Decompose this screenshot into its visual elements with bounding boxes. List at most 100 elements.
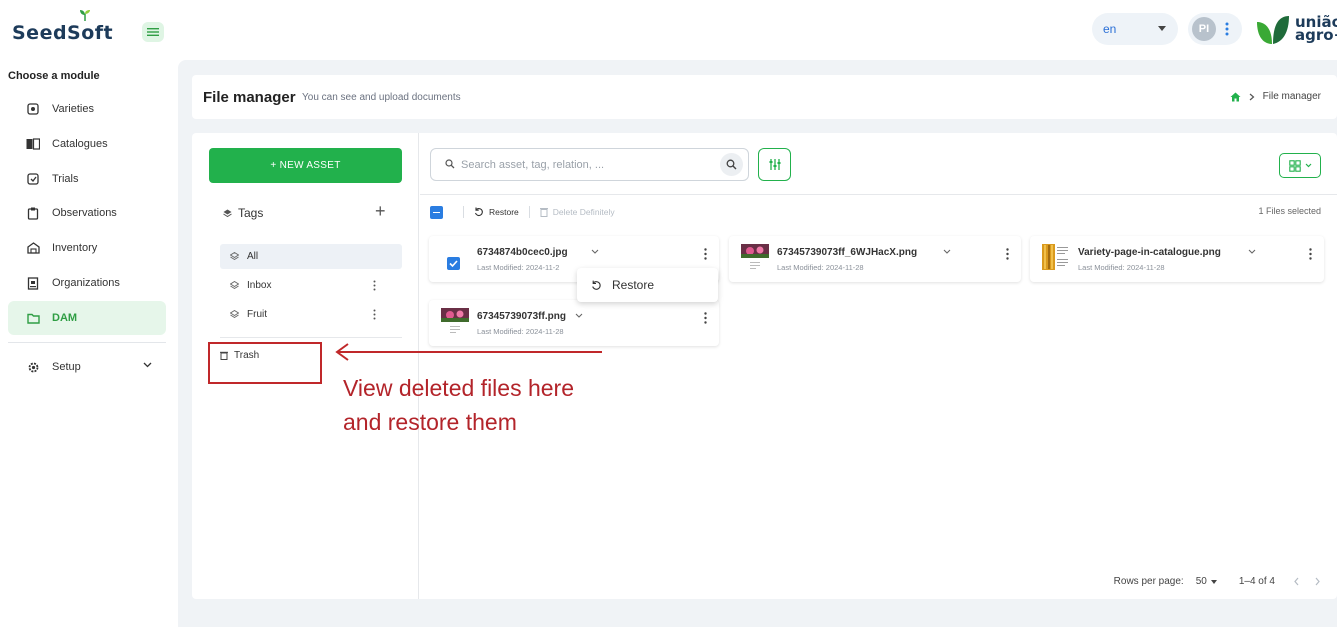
folder-icon bbox=[26, 311, 40, 325]
tag-item-all[interactable]: All bbox=[220, 244, 402, 269]
image-thumbnail bbox=[441, 308, 469, 333]
more-vertical-icon[interactable] bbox=[1309, 248, 1312, 260]
page-range: 1–4 of 4 bbox=[1238, 576, 1275, 587]
page-subtitle: You can see and upload documents bbox=[302, 92, 461, 103]
search-field[interactable]: Search asset, tag, relation, ... bbox=[430, 148, 749, 181]
top-bar: SeedSoft en PI união agro+ bbox=[0, 0, 1337, 60]
book-icon bbox=[26, 137, 40, 151]
file-name: 67345739073ff_6WJHacX.png bbox=[777, 247, 918, 258]
caret-down-icon bbox=[1210, 580, 1217, 584]
caret-down-icon bbox=[1158, 26, 1166, 31]
more-vertical-icon[interactable] bbox=[1224, 21, 1230, 37]
chevron-left-icon[interactable] bbox=[1293, 577, 1300, 586]
sidebar-item-catalogues[interactable]: Catalogues bbox=[8, 127, 166, 161]
more-vertical-icon[interactable] bbox=[1006, 248, 1009, 260]
annotation-highlight-box bbox=[208, 342, 322, 384]
sprout-icon bbox=[80, 10, 90, 21]
tag-item-fruit[interactable]: Fruit bbox=[220, 302, 402, 327]
sidebar: Choose a module Varieties Catalogues Tri… bbox=[0, 60, 176, 627]
check-icon bbox=[449, 260, 458, 268]
delete-definitely-button[interactable]: Delete Definitely bbox=[539, 207, 615, 217]
sidebar-item-organizations[interactable]: Organizations bbox=[8, 266, 166, 300]
trial-icon bbox=[26, 172, 40, 186]
sidebar-item-setup[interactable]: Setup bbox=[8, 350, 166, 384]
file-checkbox[interactable] bbox=[447, 257, 460, 270]
user-menu[interactable]: PI bbox=[1188, 13, 1242, 45]
file-card[interactable]: 67345739073ff_6WJHacX.png Last Modified:… bbox=[729, 236, 1021, 282]
annotation-arrow-icon bbox=[335, 343, 602, 361]
toolbar-divider bbox=[420, 194, 1337, 195]
selection-count: 1 Files selected bbox=[1258, 206, 1321, 216]
breadcrumb: File manager bbox=[1230, 91, 1321, 102]
search-icon bbox=[726, 159, 737, 170]
file-modified: Last Modified: 2024-11-28 bbox=[1078, 263, 1165, 272]
language-select[interactable]: en bbox=[1092, 13, 1178, 45]
rows-per-page-select[interactable]: 50 bbox=[1196, 576, 1217, 587]
layers-icon bbox=[223, 209, 232, 217]
gear-icon bbox=[26, 360, 40, 374]
chevron-down-icon[interactable] bbox=[943, 249, 951, 255]
add-tag-button[interactable]: + bbox=[375, 201, 386, 222]
image-thumbnail bbox=[1042, 244, 1068, 270]
restore-icon bbox=[474, 207, 483, 217]
search-button[interactable] bbox=[720, 153, 743, 176]
seed-icon bbox=[26, 102, 40, 116]
trash-icon bbox=[539, 208, 548, 217]
rows-per-page-label: Rows per page: bbox=[1113, 576, 1184, 587]
chevron-right-icon[interactable] bbox=[1314, 577, 1321, 586]
avatar[interactable]: PI bbox=[1192, 17, 1216, 41]
search-icon bbox=[445, 159, 455, 169]
chevron-right-icon bbox=[1249, 93, 1255, 100]
restore-button[interactable]: Restore bbox=[474, 207, 519, 217]
page-header: File manager You can see and upload docu… bbox=[192, 75, 1337, 119]
file-name: 67345739073ff.png bbox=[477, 311, 566, 322]
file-modified: Last Modified: 2024-11-2 bbox=[477, 263, 560, 272]
toolbar-separator bbox=[463, 206, 464, 218]
sidebar-item-varieties[interactable]: Varieties bbox=[8, 92, 166, 126]
annotation-text: View deleted files here and restore them bbox=[343, 375, 574, 435]
pagination: Rows per page: 50 1–4 of 4 bbox=[1114, 576, 1321, 587]
page-title: File manager bbox=[203, 89, 296, 106]
tag-item-inbox[interactable]: Inbox bbox=[220, 273, 402, 298]
sidebar-divider bbox=[8, 342, 166, 343]
bulk-toolbar: Restore Delete Definitely bbox=[430, 204, 615, 220]
brand-name: união agro+ bbox=[1295, 13, 1337, 44]
view-toggle-button[interactable] bbox=[1279, 153, 1321, 178]
file-card[interactable]: Variety-page-in-catalogue.png Last Modif… bbox=[1030, 236, 1324, 282]
restore-menu-item[interactable]: Restore bbox=[612, 278, 654, 292]
seedsoft-logo[interactable]: SeedSoft bbox=[12, 10, 113, 44]
new-asset-button[interactable]: + NEW ASSET bbox=[209, 148, 402, 183]
more-vertical-icon[interactable] bbox=[373, 309, 376, 320]
sidebar-item-dam[interactable]: DAM bbox=[8, 301, 166, 335]
menu-toggle-button[interactable] bbox=[142, 22, 164, 42]
more-vertical-icon[interactable] bbox=[704, 312, 707, 324]
sidebar-item-inventory[interactable]: Inventory bbox=[8, 231, 166, 265]
hamburger-icon bbox=[147, 28, 159, 36]
restore-menu[interactable]: Restore bbox=[577, 268, 718, 302]
search-input[interactable]: Search asset, tag, relation, ... bbox=[461, 159, 604, 171]
file-card[interactable]: 67345739073ff.png Last Modified: 2024-11… bbox=[429, 300, 719, 346]
chevron-down-icon[interactable] bbox=[1248, 249, 1256, 255]
module-title: Choose a module bbox=[8, 70, 100, 82]
select-all-checkbox[interactable] bbox=[430, 205, 443, 219]
layers-icon bbox=[230, 310, 239, 319]
grid-icon bbox=[1288, 159, 1301, 172]
chevron-down-icon bbox=[1305, 163, 1311, 168]
file-name: Variety-page-in-catalogue.png bbox=[1078, 247, 1221, 258]
sidebar-item-trials[interactable]: Trials bbox=[8, 162, 166, 196]
chevron-down-icon[interactable] bbox=[591, 249, 599, 255]
filter-button[interactable] bbox=[758, 148, 791, 181]
home-icon[interactable] bbox=[1230, 92, 1241, 102]
breadcrumb-current: File manager bbox=[1262, 91, 1321, 102]
layers-icon bbox=[230, 281, 239, 290]
building-icon bbox=[26, 276, 40, 290]
more-vertical-icon[interactable] bbox=[373, 280, 376, 291]
more-vertical-icon[interactable] bbox=[704, 248, 707, 260]
uniao-agro-logo-icon bbox=[1257, 16, 1289, 44]
sidebar-item-observations[interactable]: Observations bbox=[8, 196, 166, 230]
chevron-down-icon[interactable] bbox=[575, 313, 583, 319]
chevron-down-icon bbox=[143, 362, 152, 368]
toolbar-separator bbox=[528, 206, 530, 218]
warehouse-icon bbox=[26, 241, 40, 255]
tags-divider bbox=[220, 337, 402, 338]
